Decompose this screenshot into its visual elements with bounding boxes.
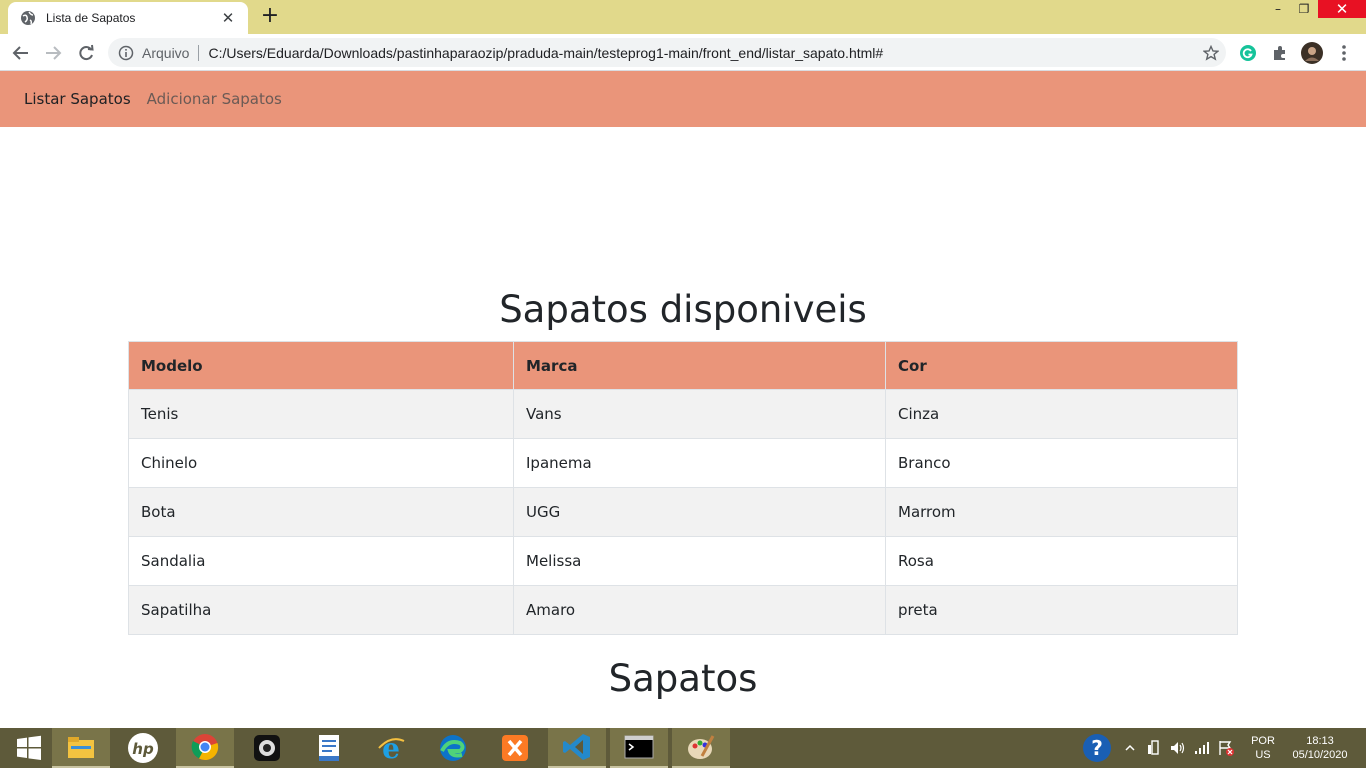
keyboard-layout: US bbox=[1255, 749, 1271, 761]
cell-marca: Amaro bbox=[513, 585, 886, 635]
section-title-sapatos: Sapatos bbox=[608, 657, 758, 700]
cmd-icon[interactable] bbox=[610, 728, 668, 768]
nav-link-listar-sapatos[interactable]: Listar Sapatos bbox=[24, 90, 131, 108]
close-tab-icon[interactable]: ✕ bbox=[218, 9, 238, 27]
internet-explorer-icon[interactable]: e bbox=[362, 728, 420, 768]
language-code: POR bbox=[1251, 735, 1275, 747]
cell-modelo: Sapatilha bbox=[128, 585, 514, 635]
page-navbar: Listar Sapatos Adicionar Sapatos bbox=[0, 71, 1366, 127]
browser-tab[interactable]: Lista de Sapatos ✕ bbox=[8, 2, 248, 34]
page-title: Sapatos disponiveis bbox=[499, 288, 867, 331]
address-bar[interactable]: Arquivo C:/Users/Eduarda/Downloads/pasti… bbox=[108, 38, 1226, 67]
info-icon[interactable] bbox=[118, 45, 134, 61]
url-text[interactable]: C:/Users/Eduarda/Downloads/pastinhaparao… bbox=[208, 45, 1196, 61]
cell-marca: Ipanema bbox=[513, 438, 886, 488]
cell-modelo: Bota bbox=[128, 487, 514, 537]
cell-cor: Cinza bbox=[885, 389, 1238, 439]
shoes-table: Modelo Marca Cor Tenis Vans Cinza Chinel… bbox=[128, 341, 1238, 635]
forward-arrow-icon bbox=[46, 46, 62, 60]
nav-link-adicionar-sapatos[interactable]: Adicionar Sapatos bbox=[147, 90, 282, 108]
scheme-label: Arquivo bbox=[142, 44, 190, 61]
forward-button[interactable] bbox=[40, 40, 66, 66]
tray-expand-chevron-icon[interactable] bbox=[1124, 728, 1136, 768]
back-arrow-icon bbox=[12, 46, 28, 60]
svg-text:e: e bbox=[382, 733, 400, 763]
edge-icon[interactable] bbox=[424, 728, 482, 768]
cell-marca: UGG bbox=[513, 487, 886, 537]
clock-time: 18:13 bbox=[1306, 735, 1334, 747]
minimize-button[interactable]: – bbox=[1265, 0, 1291, 18]
chrome-icon[interactable] bbox=[176, 728, 234, 768]
table-row: Sandalia Melissa Rosa bbox=[128, 536, 1238, 586]
device-icon[interactable] bbox=[1145, 728, 1163, 768]
hp-icon[interactable]: hp bbox=[114, 728, 172, 768]
system-clock[interactable]: 18:13 05/10/2020 bbox=[1288, 734, 1352, 762]
network-icon[interactable] bbox=[1193, 728, 1211, 768]
globe-icon bbox=[20, 10, 36, 26]
notification-flag-icon[interactable] bbox=[1217, 728, 1235, 768]
webcam-icon[interactable] bbox=[238, 728, 296, 768]
grammarly-icon[interactable] bbox=[1237, 42, 1259, 64]
cell-cor: Marrom bbox=[885, 487, 1238, 537]
cell-cor: Rosa bbox=[885, 536, 1238, 586]
back-button[interactable] bbox=[8, 40, 34, 66]
windows-taskbar: hp e ? POR US 18:13 05/10/2020 bbox=[0, 728, 1366, 768]
reload-icon bbox=[79, 44, 94, 61]
help-icon[interactable]: ? bbox=[1068, 728, 1126, 768]
clock-date: 05/10/2020 bbox=[1292, 749, 1348, 761]
cell-modelo: Sandalia bbox=[128, 536, 514, 586]
table-row: Tenis Vans Cinza bbox=[128, 389, 1238, 439]
cell-modelo: Chinelo bbox=[128, 438, 514, 488]
close-window-button[interactable]: ✕ bbox=[1318, 0, 1366, 18]
profile-avatar[interactable] bbox=[1301, 42, 1323, 64]
tab-title: Lista de Sapatos bbox=[46, 11, 136, 25]
column-header-modelo: Modelo bbox=[128, 341, 514, 390]
reload-button[interactable] bbox=[73, 40, 99, 66]
new-tab-button[interactable]: + bbox=[258, 5, 282, 29]
windows-start-icon[interactable] bbox=[0, 728, 58, 768]
extensions-puzzle-icon[interactable] bbox=[1269, 42, 1291, 64]
browser-toolbar: Arquivo C:/Users/Eduarda/Downloads/pasti… bbox=[0, 34, 1366, 71]
cell-marca: Melissa bbox=[513, 536, 886, 586]
cell-cor: Branco bbox=[885, 438, 1238, 488]
scheme-separator bbox=[198, 44, 200, 61]
svg-text:hp: hp bbox=[132, 740, 154, 758]
input-language-indicator[interactable]: POR US bbox=[1248, 734, 1278, 762]
cell-marca: Vans bbox=[513, 389, 886, 439]
maximize-button[interactable]: ❐ bbox=[1291, 0, 1317, 18]
table-row: Sapatilha Amaro preta bbox=[128, 585, 1238, 635]
file-explorer-icon[interactable] bbox=[52, 728, 110, 768]
table-row: Chinelo Ipanema Branco bbox=[128, 438, 1238, 488]
menu-kebab-icon[interactable] bbox=[1333, 42, 1355, 64]
cell-modelo: Tenis bbox=[128, 389, 514, 439]
paint-icon[interactable] bbox=[672, 728, 730, 768]
wordpad-icon[interactable] bbox=[300, 728, 358, 768]
table-header-row: Modelo Marca Cor bbox=[128, 341, 1238, 390]
table-row: Bota UGG Marrom bbox=[128, 487, 1238, 537]
bookmark-star-icon[interactable] bbox=[1196, 44, 1226, 61]
cell-cor: preta bbox=[885, 585, 1238, 635]
browser-tabstrip: Lista de Sapatos ✕ + – ❐ ✕ bbox=[0, 0, 1366, 34]
svg-text:?: ? bbox=[1091, 736, 1103, 760]
column-header-cor: Cor bbox=[885, 341, 1238, 390]
volume-icon[interactable] bbox=[1169, 728, 1187, 768]
vscode-icon[interactable] bbox=[548, 728, 606, 768]
xampp-icon[interactable] bbox=[486, 728, 544, 768]
column-header-marca: Marca bbox=[513, 341, 886, 390]
